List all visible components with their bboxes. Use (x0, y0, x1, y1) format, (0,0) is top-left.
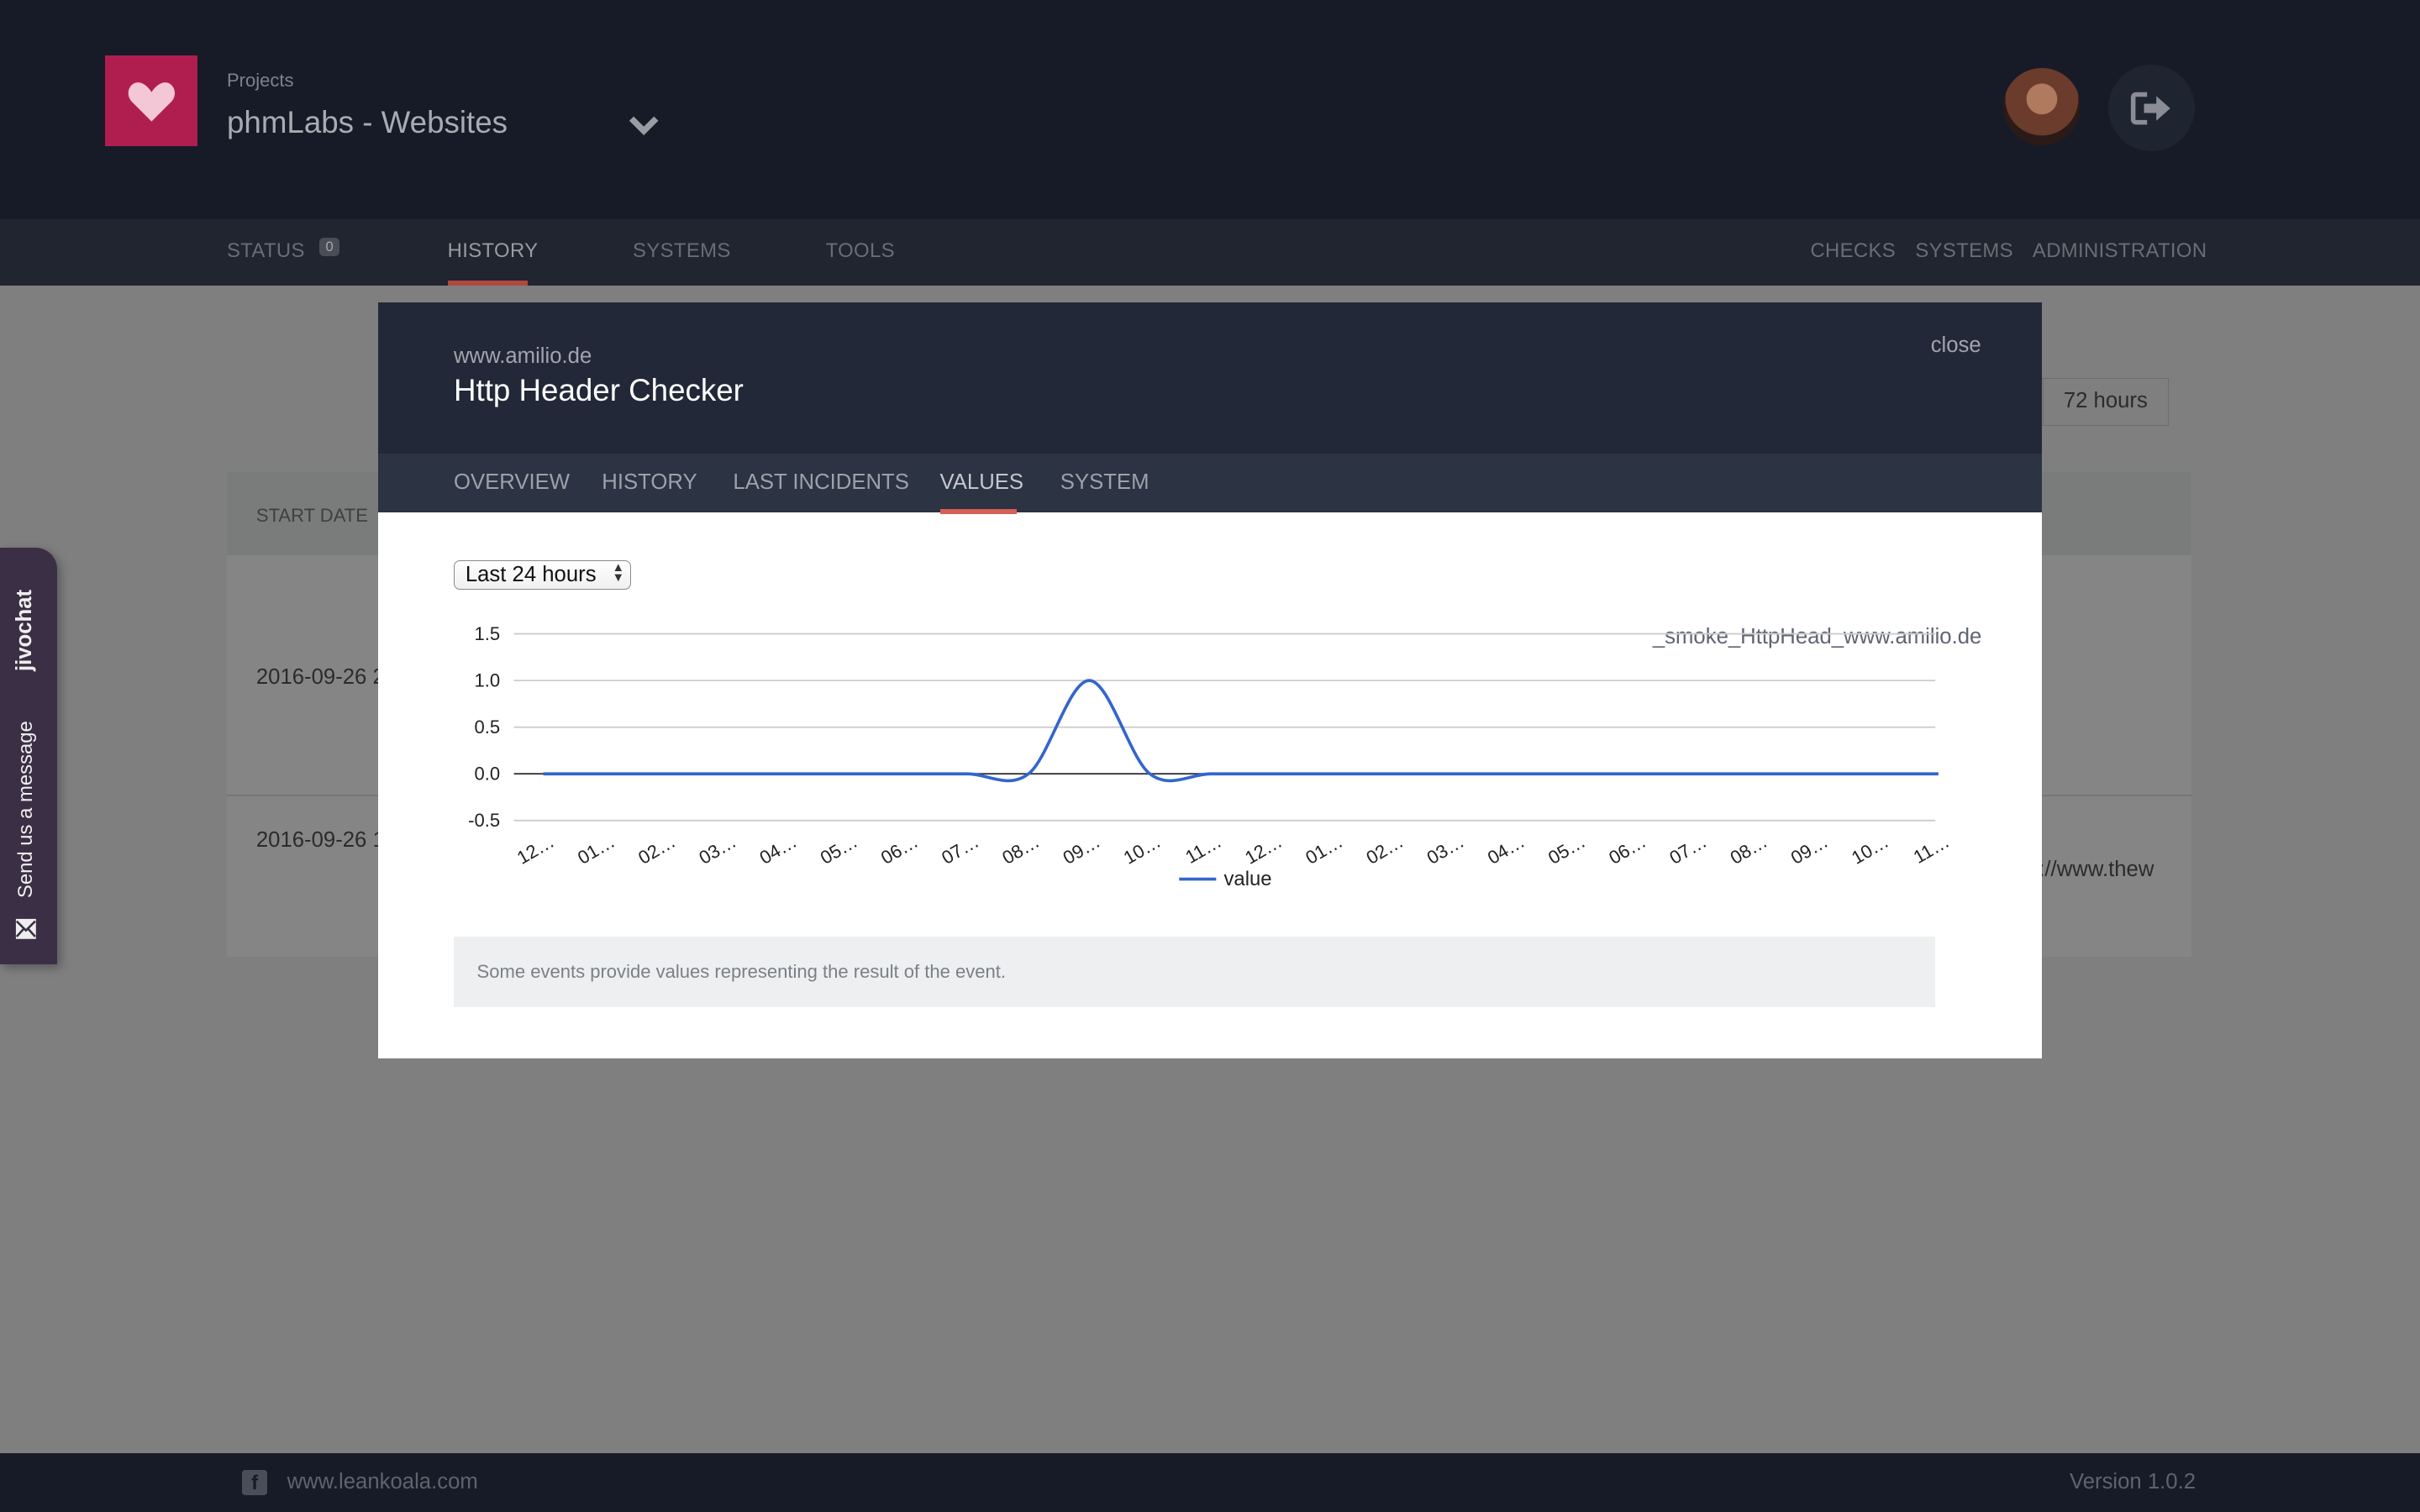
chat-send-message[interactable]: Send us a message (14, 710, 38, 898)
range-option-72h[interactable]: 72 hours (2042, 378, 2168, 426)
x-tick-label: 04… (1484, 831, 1528, 869)
envelope-icon (16, 918, 37, 939)
modal-header: www.amilio.de Http Header Checker close (377, 302, 2042, 454)
legend-label: value (1223, 868, 1271, 890)
tab-values[interactable]: VALUES (940, 470, 1024, 495)
x-tick-label: 06… (877, 831, 922, 869)
time-range-select[interactable]: Last 24 hours ▲ ▼ (453, 559, 632, 590)
y-tick-label: 0.5 (474, 717, 500, 738)
x-tick-label: 07… (938, 831, 982, 869)
heart-icon (128, 81, 175, 122)
select-arrows-icon: ▲ ▼ (612, 560, 624, 585)
footer-link[interactable]: www.leankoala.com (287, 1470, 478, 1494)
projects-label: Projects (226, 69, 294, 91)
tab-history[interactable]: HISTORY (602, 470, 697, 495)
info-text: Some events provide values representing … (476, 961, 1006, 983)
x-tick-label: 05… (1544, 831, 1589, 869)
nav-administration[interactable]: ADMINISTRATION (2033, 239, 2207, 263)
x-tick-label: 02… (1363, 831, 1407, 869)
close-button[interactable]: close (1931, 333, 1981, 358)
table-row: 2016-09-26 2 (255, 664, 385, 689)
table-row: 2016-09-26 1 (255, 828, 385, 853)
nav-systems[interactable]: SYSTEMS (633, 239, 731, 263)
modal-title: Http Header Checker (453, 373, 744, 408)
tab-overview[interactable]: OVERVIEW (454, 470, 570, 495)
x-tick-label: 04… (756, 831, 801, 869)
y-tick-label: 1.5 (474, 623, 500, 644)
app-logo[interactable] (104, 55, 198, 147)
status-badge: 0 (319, 237, 340, 256)
chevron-down-icon[interactable] (627, 111, 660, 139)
jivochat-brand: jivochat (12, 589, 36, 671)
x-tick-label: 11… (1181, 831, 1224, 868)
project-name[interactable]: phmLabs - Websites (227, 105, 508, 140)
x-tick-label: 05… (817, 831, 861, 869)
x-tick-label: 01… (574, 831, 618, 869)
logout-button[interactable] (2107, 65, 2195, 151)
avatar[interactable] (2003, 67, 2081, 145)
x-tick-label: 02… (634, 831, 679, 869)
x-tick-label: 10… (1120, 831, 1165, 869)
x-tick-label: 08… (998, 831, 1043, 869)
tab-active-indicator (939, 509, 1018, 514)
x-tick-label: 09… (1060, 831, 1104, 869)
x-tick-label: 01… (1302, 831, 1346, 869)
x-tick-label: 10… (1848, 831, 1892, 869)
nav-history[interactable]: HISTORY (448, 239, 539, 263)
x-tick-label: 12… (513, 831, 558, 869)
sign-out-icon (2130, 92, 2170, 124)
app-version: Version 1.0.2 (2070, 1470, 2196, 1494)
tab-system[interactable]: SYSTEM (1060, 470, 1150, 495)
x-tick-label: 06… (1605, 831, 1649, 869)
x-tick-label: 12… (1241, 831, 1286, 869)
series-line (543, 679, 1939, 783)
y-tick-label: -0.5 (468, 810, 500, 831)
nav-systems-admin[interactable]: SYSTEMS (1915, 239, 2013, 263)
nav-status[interactable]: STATUS (227, 239, 305, 263)
nav-active-indicator (447, 281, 529, 286)
x-tick-label: 03… (1423, 831, 1468, 869)
x-tick-label: 08… (1727, 831, 1771, 869)
x-tick-label: 03… (695, 831, 739, 869)
table-cell-url: ://www.thew (2039, 858, 2154, 882)
nav-checks[interactable]: CHECKS (1810, 239, 1896, 263)
modal-domain: www.amilio.de (453, 344, 592, 368)
y-tick-label: 1.0 (474, 670, 500, 691)
x-tick-label: 07… (1665, 831, 1710, 869)
values-chart: 1.5 1.0 0.5 0.0 -0.5 12… 01… 02… 03… 04… 05… 06… 07…… (468, 623, 1953, 890)
column-start-date: START DATE (255, 504, 368, 526)
modal-tabs: OVERVIEW HISTORY LAST INCIDENTS VALUES S… (377, 453, 2042, 648)
facebook-icon[interactable]: f (242, 1470, 267, 1495)
y-tick-label: 0.0 (474, 764, 500, 785)
nav-tools[interactable]: TOOLS (826, 239, 895, 263)
x-tick-label: 11… (1910, 831, 1953, 868)
time-range-value: Last 24 hours (465, 562, 597, 586)
info-note: Some events provide values representing … (453, 936, 1936, 1008)
tab-last-incidents[interactable]: LAST INCIDENTS (733, 470, 908, 495)
check-details-modal: www.amilio.de Http Header Checker close … (377, 302, 2042, 1058)
x-tick-label: 09… (1787, 831, 1832, 869)
